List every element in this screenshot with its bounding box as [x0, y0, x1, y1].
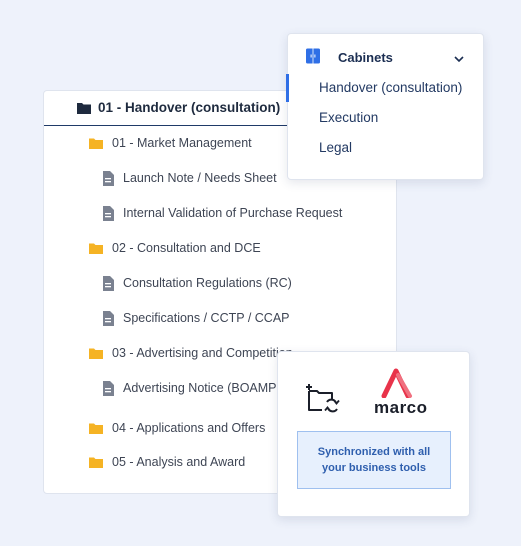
- chevron-down-icon[interactable]: [453, 50, 465, 68]
- tree-folder-label: 01 - Market Management: [112, 136, 252, 150]
- file-icon: [100, 310, 116, 326]
- tree-file-label: Internal Validation of Purchase Request: [123, 206, 343, 220]
- tree-file-row[interactable]: Specifications / CCTP / CCAP: [100, 308, 290, 328]
- sync-message: Synchronized with all your business tool…: [297, 431, 451, 489]
- tree-file-row[interactable]: Advertising Notice (BOAMP: [100, 378, 277, 398]
- folder-icon: [88, 240, 104, 256]
- folder-dark-icon: [76, 101, 92, 120]
- cabinet-icon: [305, 48, 321, 69]
- tree-file-row[interactable]: Launch Note / Needs Sheet: [100, 168, 277, 188]
- tree-file-label: Advertising Notice (BOAMP: [123, 381, 277, 395]
- tree-folder-row[interactable]: 04 - Applications and Offers: [88, 418, 265, 438]
- folder-icon: [88, 454, 104, 470]
- tree-root-label: 01 - Handover (consultation): [98, 100, 281, 115]
- tree-file-label: Specifications / CCTP / CCAP: [123, 311, 290, 325]
- cabinet-option-execution[interactable]: Execution: [288, 104, 483, 132]
- cabinet-option-legal[interactable]: Legal: [288, 134, 483, 162]
- tree-folder-row[interactable]: 03 - Advertising and Competition: [88, 343, 293, 363]
- file-icon: [100, 170, 116, 186]
- tree-file-row[interactable]: Internal Validation of Purchase Request: [100, 203, 342, 223]
- tree-folder-label: 05 - Analysis and Award: [112, 455, 246, 469]
- tree-folder-label: 03 - Advertising and Competition: [112, 346, 293, 360]
- tree-folder-label: 04 - Applications and Offers: [112, 421, 266, 435]
- file-icon: [100, 275, 116, 291]
- tree-file-label: Launch Note / Needs Sheet: [123, 171, 277, 185]
- cabinets-dropdown-header[interactable]: Cabinets: [288, 34, 483, 74]
- cabinet-option-handover[interactable]: Handover (consultation): [286, 74, 483, 102]
- tree-folder-row[interactable]: 05 - Analysis and Award: [88, 452, 245, 472]
- tree-folder-row[interactable]: 02 - Consultation and DCE: [88, 238, 261, 258]
- sync-integration-card: marco Synchronized with all your busines…: [277, 351, 470, 517]
- cabinets-title: Cabinets: [338, 50, 393, 65]
- file-icon: [100, 205, 116, 221]
- folder-sync-icon: [306, 382, 340, 419]
- tree-folder-label: 02 - Consultation and DCE: [112, 241, 261, 255]
- file-icon: [100, 380, 116, 396]
- cabinets-dropdown: Cabinets Handover (consultation) Executi…: [286, 33, 484, 180]
- folder-icon: [88, 345, 104, 361]
- folder-icon: [88, 420, 104, 436]
- tree-file-row[interactable]: Consultation Regulations (RC): [100, 273, 292, 293]
- marco-logo-text: marco: [374, 398, 428, 417]
- folder-icon: [88, 135, 104, 151]
- tree-file-label: Consultation Regulations (RC): [123, 276, 292, 290]
- tree-folder-row[interactable]: 01 - Market Management: [88, 133, 252, 153]
